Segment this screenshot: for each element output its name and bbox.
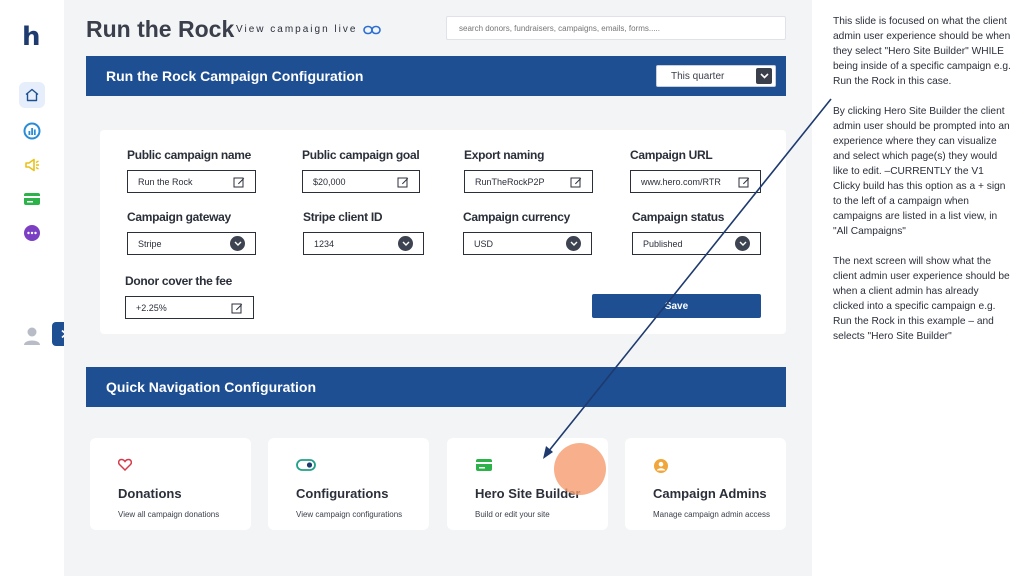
donations-card[interactable]: Donations View all campaign donations <box>90 438 251 530</box>
configurations-title: Configurations <box>296 486 389 501</box>
card-icon[interactable] <box>19 186 45 212</box>
url-value: www.hero.com/RTR <box>641 176 721 187</box>
edit-icon <box>231 303 243 313</box>
heart-icon <box>117 458 223 474</box>
goal-value: $20,000 <box>313 176 346 187</box>
chevron-down-icon <box>735 236 750 251</box>
toggle-icon <box>296 458 401 474</box>
admin-icon <box>653 458 758 474</box>
card-icon <box>475 458 580 474</box>
donor-fee-value: +2.25% <box>136 302 167 313</box>
page-title: Run the Rock <box>86 16 235 42</box>
view-campaign-live-link[interactable]: View campaign live <box>236 24 382 35</box>
donations-desc: View all campaign donations <box>118 510 220 519</box>
config-form: Public campaign name Run the Rock Public… <box>100 130 786 334</box>
more-icon[interactable] <box>19 220 45 246</box>
quicknav-title: Quick Navigation Configuration <box>106 379 317 395</box>
goal-input[interactable]: $20,000 <box>302 170 420 193</box>
note-paragraph: The next screen will show what the clien… <box>833 256 1010 342</box>
sidebar: h <box>0 0 64 576</box>
url-input[interactable]: www.hero.com/RTR <box>630 170 761 193</box>
quicknav-banner: Quick Navigation Configuration <box>86 367 786 407</box>
status-field: Campaign status Published <box>632 210 761 255</box>
campaign-admins-card[interactable]: Campaign Admins Manage campaign admin ac… <box>625 438 786 530</box>
note-paragraph: This slide is focused on what the client… <box>833 16 1011 87</box>
link-icon <box>363 25 382 34</box>
donor-fee-input[interactable]: +2.25% <box>125 296 254 319</box>
hero-site-builder-desc: Build or edit your site <box>475 510 550 519</box>
save-button[interactable]: Save <box>592 294 761 318</box>
stripe-id-select[interactable]: 1234 <box>303 232 424 255</box>
chevron-down-icon <box>756 68 772 84</box>
public-name-label: Public campaign name <box>127 148 252 162</box>
note-paragraph: By clicking Hero Site Builder the client… <box>833 106 1010 237</box>
export-naming-label: Export naming <box>464 148 545 162</box>
export-naming-value: RunTheRockP2P <box>475 176 545 187</box>
gateway-label: Campaign gateway <box>127 210 231 224</box>
stripe-id-field: Stripe client ID 1234 <box>303 210 424 255</box>
gateway-value: Stripe <box>138 238 162 249</box>
status-select[interactable]: Published <box>632 232 761 255</box>
public-name-input[interactable]: Run the Rock <box>127 170 256 193</box>
home-icon[interactable] <box>19 82 45 108</box>
analytics-icon[interactable] <box>19 118 45 144</box>
edit-icon <box>233 177 245 187</box>
period-select[interactable]: This quarter <box>656 65 776 87</box>
chevron-down-icon <box>398 236 413 251</box>
configurations-card[interactable]: Configurations View campaign configurati… <box>268 438 429 530</box>
url-label: Campaign URL <box>630 148 713 162</box>
stripe-id-label: Stripe client ID <box>303 210 383 224</box>
export-naming-input[interactable]: RunTheRockP2P <box>464 170 593 193</box>
export-naming-field: Export naming RunTheRockP2P <box>464 148 593 193</box>
chevron-down-icon <box>230 236 245 251</box>
campaign-admins-desc: Manage campaign admin access <box>653 510 770 519</box>
donor-fee-field: Donor cover the fee +2.25% <box>125 274 254 319</box>
public-name-field: Public campaign name Run the Rock <box>127 148 256 193</box>
donations-title: Donations <box>118 486 182 501</box>
campaign-admins-title: Campaign Admins <box>653 486 767 501</box>
gateway-field: Campaign gateway Stripe <box>127 210 256 255</box>
gateway-select[interactable]: Stripe <box>127 232 256 255</box>
edit-icon <box>397 177 409 187</box>
currency-value: USD <box>474 238 494 249</box>
goal-label: Public campaign goal <box>302 148 420 162</box>
edit-icon <box>570 177 582 187</box>
period-value: This quarter <box>671 71 725 82</box>
view-campaign-live-label: View campaign live <box>236 24 358 35</box>
megaphone-icon[interactable] <box>19 152 45 178</box>
stripe-id-value: 1234 <box>314 238 335 249</box>
currency-select[interactable]: USD <box>463 232 592 255</box>
annotation-notes: This slide is focused on what the client… <box>833 14 1011 359</box>
chevron-down-icon <box>566 236 581 251</box>
avatar[interactable] <box>22 326 42 351</box>
status-label: Campaign status <box>632 210 725 224</box>
search-input[interactable] <box>446 16 786 40</box>
configurations-desc: View campaign configurations <box>296 510 403 519</box>
donor-fee-label: Donor cover the fee <box>125 274 232 288</box>
status-value: Published <box>643 238 683 249</box>
hero-site-builder-title: Hero Site Builder <box>475 486 581 501</box>
config-title: Run the Rock Campaign Configuration <box>106 68 364 84</box>
main-content: Run the Rock View campaign live Run the … <box>64 0 812 576</box>
url-field: Campaign URL www.hero.com/RTR <box>630 148 761 193</box>
currency-field: Campaign currency USD <box>463 210 592 255</box>
public-name-value: Run the Rock <box>138 176 193 187</box>
logo[interactable]: h <box>22 22 41 52</box>
edit-icon <box>738 177 750 187</box>
config-banner: Run the Rock Campaign Configuration This… <box>86 56 786 96</box>
goal-field: Public campaign goal $20,000 <box>302 148 420 193</box>
hero-site-builder-card[interactable]: Hero Site Builder Build or edit your sit… <box>447 438 608 530</box>
currency-label: Campaign currency <box>463 210 570 224</box>
